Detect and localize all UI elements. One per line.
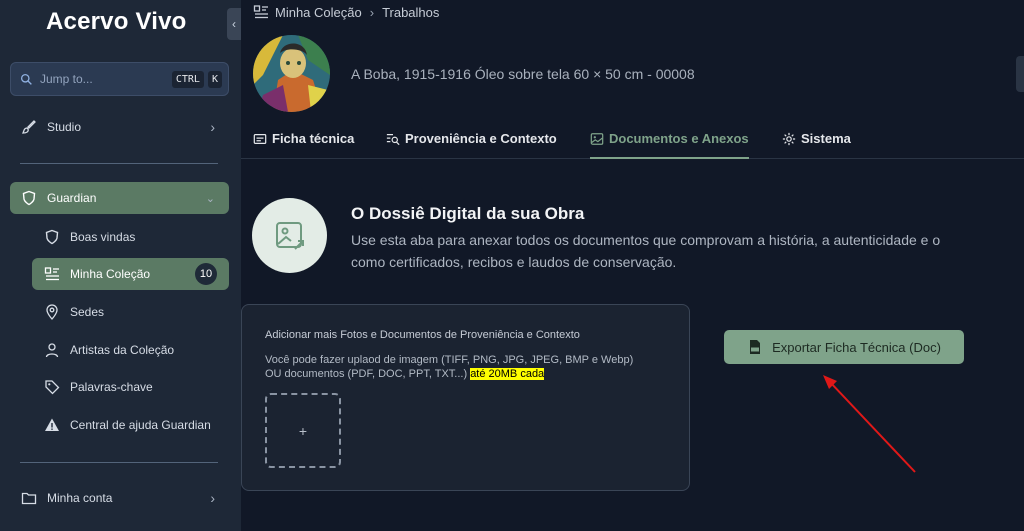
app-logo: Acervo Vivo xyxy=(46,8,187,35)
shield-icon xyxy=(22,190,36,206)
breadcrumb: Minha Coleção › Trabalhos xyxy=(253,4,439,20)
sidebar-item-label: Sedes xyxy=(70,305,105,319)
folder-icon xyxy=(21,492,37,505)
sidebar-item-boas-vindas[interactable]: Boas vindas xyxy=(32,221,229,253)
sidebar-item-sedes[interactable]: Sedes xyxy=(32,296,229,328)
sidebar-item-guardian[interactable]: Guardian ⌄ xyxy=(10,182,229,214)
sidebar-item-label: Central de ajuda Guardian xyxy=(70,418,211,432)
chevron-right-icon: › xyxy=(210,119,215,135)
upload-desc-line: Você pode fazer uplaod de imagem (TIFF, … xyxy=(265,354,634,366)
upload-desc-line: OU documentos (PDF, DOC, PPT, TXT...) at… xyxy=(265,367,685,381)
upload-description: Você pode fazer uplaod de imagem (TIFF, … xyxy=(265,353,685,381)
upload-desc-text: OU documentos (PDF, DOC, PPT, TXT...) xyxy=(265,368,468,380)
chevron-right-icon: › xyxy=(369,4,375,20)
tab-label: Sistema xyxy=(801,131,851,146)
upload-dropzone[interactable]: + xyxy=(265,393,341,468)
map-pin-icon xyxy=(46,304,58,320)
user-icon xyxy=(45,343,59,358)
list-icon xyxy=(44,267,59,281)
divider xyxy=(20,163,218,164)
tab-ficha-tecnica[interactable]: Ficha técnica xyxy=(253,131,354,159)
shield-icon xyxy=(45,229,59,245)
dossier-illustration xyxy=(252,198,327,273)
upload-card: Adicionar mais Fotos e Documentos de Pro… xyxy=(241,304,690,491)
tag-icon xyxy=(45,380,60,395)
image-upload-icon xyxy=(275,221,304,250)
dossier-description: Use esta aba para anexar todos os docume… xyxy=(351,229,1024,273)
chevron-left-icon: ‹ xyxy=(232,17,236,31)
warning-icon xyxy=(45,418,59,431)
doc-file-icon xyxy=(750,340,761,354)
sidebar-item-label: Artistas da Coleção xyxy=(70,343,175,357)
tab-label: Ficha técnica xyxy=(272,131,355,146)
tab-label: Proveniência e Contexto xyxy=(405,131,557,146)
sidebar-item-palavras-chave[interactable]: Palavras-chave xyxy=(32,371,229,403)
artwork-title: A Boba, 1915-1916 Óleo sobre tela 60 × 5… xyxy=(351,66,695,82)
tab-bar: Ficha técnica Proveniência e Contexto Do… xyxy=(241,125,1024,159)
sidebar-item-label: Minha Coleção xyxy=(70,267,151,281)
tab-proveniencia[interactable]: Proveniência e Contexto xyxy=(386,131,557,159)
tab-label: Documentos e Anexos xyxy=(609,131,749,146)
shortcut-ctrl: CTRL xyxy=(171,70,204,88)
upload-title: Adicionar mais Fotos e Documentos de Pro… xyxy=(265,329,580,341)
sidebar-item-central-ajuda[interactable]: Central de ajuda Guardian xyxy=(32,409,229,441)
sidebar-item-label: Guardian xyxy=(47,191,97,205)
search-list-icon xyxy=(386,134,400,146)
sidebar-item-artistas[interactable]: Artistas da Coleção xyxy=(32,334,229,366)
breadcrumb-link-colecao[interactable]: Minha Coleção xyxy=(275,5,362,20)
breadcrumb-current[interactable]: Trabalhos xyxy=(382,5,439,20)
search-icon xyxy=(20,73,32,85)
gear-icon xyxy=(782,132,796,146)
sidebar-item-minha-colecao[interactable]: Minha Coleção 10 xyxy=(32,258,229,290)
tab-sistema[interactable]: Sistema xyxy=(782,131,851,159)
plus-icon: + xyxy=(298,422,308,439)
paintbrush-icon xyxy=(21,120,36,134)
sidebar-item-label: Minha conta xyxy=(47,491,113,505)
collapse-sidebar-button[interactable]: ‹ xyxy=(227,8,241,40)
search-placeholder: Jump to... xyxy=(40,72,93,86)
size-limit-highlight: até 20MB cada xyxy=(470,368,545,380)
sidebar-item-label: Studio xyxy=(47,120,82,134)
main-content: Minha Coleção › Trabalhos A Boba, 1915-1… xyxy=(241,0,1024,531)
dossier-desc-line: como certificados, recibos e laudos de c… xyxy=(351,254,677,270)
export-ficha-button[interactable]: Exportar Ficha Técnica (Doc) xyxy=(724,330,964,364)
list-icon xyxy=(253,5,268,19)
divider xyxy=(20,462,218,463)
shortcut-k: K xyxy=(207,70,222,88)
tab-documentos[interactable]: Documentos e Anexos xyxy=(590,131,749,159)
sidebar-item-label: Boas vindas xyxy=(70,230,136,244)
export-button-label: Exportar Ficha Técnica (Doc) xyxy=(772,339,941,355)
sidebar-item-label: Palavras-chave xyxy=(70,380,153,394)
sidebar-item-studio[interactable]: Studio › xyxy=(10,111,229,143)
sidebar-item-minha-conta[interactable]: Minha conta › xyxy=(10,482,229,514)
artwork-thumbnail[interactable] xyxy=(253,35,330,112)
image-icon xyxy=(590,133,604,145)
dossier-desc-line: Use esta aba para anexar todos os docume… xyxy=(351,232,941,248)
count-badge: 10 xyxy=(195,263,217,285)
chevron-down-icon: ⌄ xyxy=(205,192,215,205)
dossier-title: O Dossiê Digital da sua Obra xyxy=(351,204,585,223)
id-card-icon xyxy=(253,134,267,144)
chevron-right-icon: › xyxy=(210,490,215,506)
sidebar: Acervo Vivo ‹ Jump to... CTRL K Studio ›… xyxy=(0,0,241,531)
search-input[interactable]: Jump to... CTRL K xyxy=(10,62,229,96)
action-button-edge[interactable] xyxy=(1016,56,1024,92)
